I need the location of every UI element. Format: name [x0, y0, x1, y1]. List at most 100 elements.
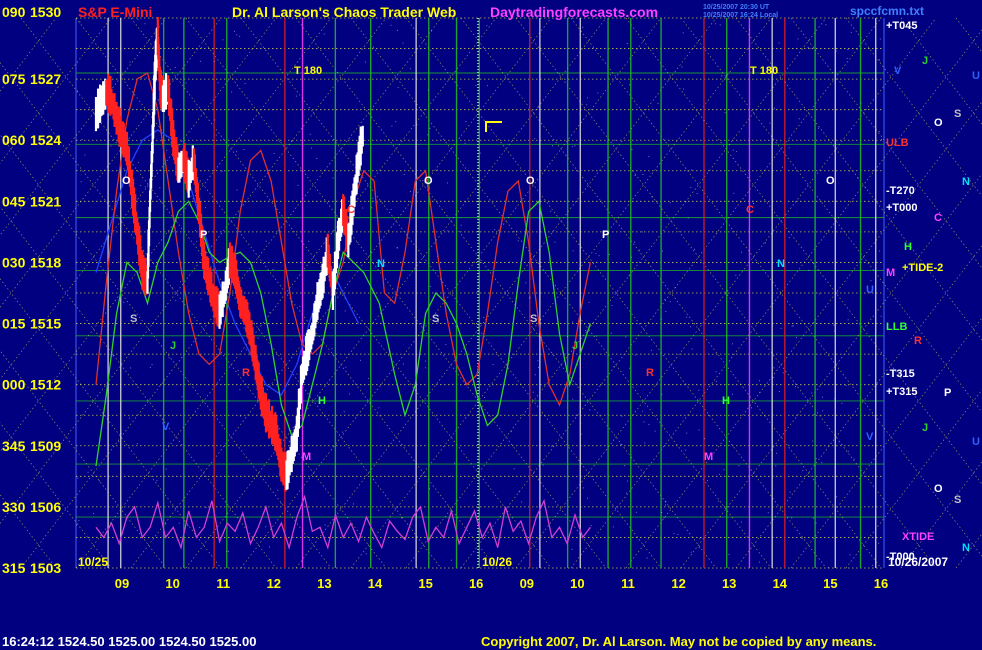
background-dot	[529, 296, 531, 298]
background-dot	[465, 120, 467, 122]
chart-annotation-letter: R	[646, 367, 654, 379]
background-dot	[648, 423, 650, 425]
background-dot	[486, 25, 488, 27]
planet-legend-letter: P	[944, 387, 951, 399]
background-dot	[813, 413, 815, 415]
background-dot	[682, 88, 684, 90]
background-dot	[539, 367, 541, 369]
background-dot	[342, 431, 344, 433]
chart-annotation-letter: M	[302, 451, 311, 463]
x-tick-label: 14	[773, 576, 788, 591]
background-dot	[575, 414, 577, 416]
background-dot	[537, 106, 539, 108]
background-dot	[773, 367, 775, 369]
background-dot	[596, 335, 598, 337]
background-dot	[239, 35, 241, 37]
status-copyright: Copyright 2007, Dr. Al Larson. May not b…	[481, 634, 877, 649]
chart-annotation-letter: C	[347, 204, 355, 216]
background-dot	[460, 224, 462, 226]
chart-annotation-letter: C	[746, 204, 754, 216]
background-dot	[589, 409, 591, 411]
background-dot	[704, 438, 706, 440]
background-dot	[748, 29, 750, 31]
background-dot	[597, 92, 599, 94]
x-tick-label: 13	[317, 576, 331, 591]
background-dot	[79, 21, 81, 23]
background-dot	[798, 118, 800, 120]
background-dot	[834, 330, 836, 332]
background-dot	[245, 349, 247, 351]
background-dot	[403, 173, 405, 175]
x-tick-label: 16	[874, 576, 888, 591]
x-tick-label: 09	[520, 576, 534, 591]
background-dot	[477, 290, 479, 292]
background-dot	[853, 458, 855, 460]
background-dot	[650, 349, 652, 351]
y-tick-price: 1512	[30, 377, 61, 393]
background-dot	[123, 168, 125, 170]
background-dot	[784, 81, 786, 83]
background-dot	[682, 32, 684, 34]
background-dot	[369, 402, 371, 404]
background-dot	[221, 170, 223, 172]
background-dot	[740, 521, 742, 523]
background-dot	[402, 269, 404, 271]
background-dot	[732, 343, 734, 345]
planet-legend-letter: S	[954, 108, 961, 120]
right-level-label: -T270	[886, 185, 915, 197]
x-tick-label: 09	[115, 576, 129, 591]
background-dot	[731, 393, 733, 395]
chart-annotation-letter: N	[777, 258, 785, 270]
background-dot	[801, 537, 803, 539]
background-dot	[848, 170, 850, 172]
background-dot	[870, 280, 872, 282]
background-dot	[128, 417, 130, 419]
background-dot	[669, 301, 671, 303]
background-dot	[269, 312, 271, 314]
background-dot	[759, 380, 761, 382]
background-dot	[629, 367, 631, 369]
background-dot	[721, 75, 723, 77]
background-dot	[396, 29, 398, 31]
background-dot	[214, 119, 216, 121]
background-dot	[598, 255, 600, 257]
background-dot	[537, 360, 539, 362]
background-dot	[428, 89, 430, 91]
background-dot	[545, 541, 547, 543]
background-dot	[179, 281, 181, 283]
background-dot	[751, 407, 753, 409]
background-dot	[205, 507, 207, 509]
y-tick-angle: 015	[2, 316, 26, 332]
header-site[interactable]: Daytradingforecasts.com	[490, 4, 658, 20]
background-dot	[236, 151, 238, 153]
background-dot	[661, 250, 663, 252]
background-dot	[187, 525, 189, 527]
background-dot	[706, 480, 708, 482]
chart-annotation-letter: P	[200, 229, 207, 241]
background-dot	[845, 384, 847, 386]
background-dot	[715, 371, 717, 373]
background-dot	[657, 103, 659, 105]
background-dot	[551, 445, 553, 447]
background-dot	[642, 410, 644, 412]
background-dot	[120, 432, 122, 434]
planet-legend-letter: M	[886, 267, 895, 279]
planet-legend-letter: J	[922, 55, 928, 67]
right-level-label: -T315	[886, 368, 915, 380]
background-dot	[878, 542, 880, 544]
right-level-label: +T315	[886, 386, 918, 398]
background-dot	[233, 30, 235, 32]
background-dot	[815, 522, 817, 524]
background-dot	[726, 75, 728, 77]
x-tick-label: 11	[621, 576, 635, 591]
background-dot	[349, 393, 351, 395]
background-dot	[436, 109, 438, 111]
background-dot	[479, 152, 481, 154]
background-dot	[595, 253, 597, 255]
chart-annotation-letter: P	[602, 229, 609, 241]
y-tick-angle: 045	[2, 193, 26, 209]
background-dot	[81, 138, 83, 140]
background-dot	[681, 66, 683, 68]
background-dot	[200, 298, 202, 300]
background-dot	[735, 274, 737, 276]
